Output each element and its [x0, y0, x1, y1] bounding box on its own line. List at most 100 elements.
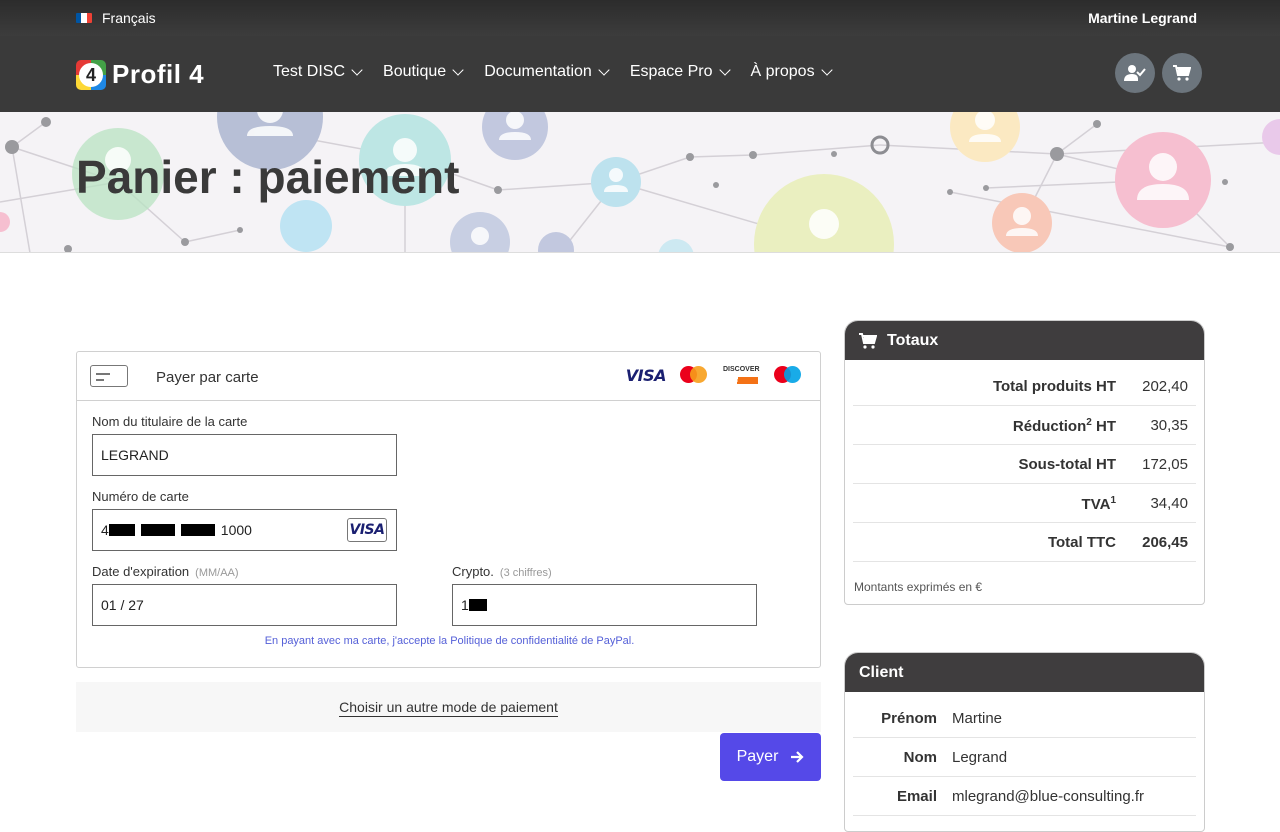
chevron-down-icon: [718, 64, 731, 76]
masked-digits: [180, 524, 215, 536]
chevron-down-icon: [598, 64, 610, 76]
menu-item-a-propos[interactable]: À propos: [750, 63, 833, 81]
menu-label: Espace Pro: [629, 63, 713, 80]
discover-text: DISCOVER: [723, 366, 760, 373]
visa-logo: VISA: [625, 365, 667, 385]
menu-item-test-disc[interactable]: Test DISC: [273, 63, 363, 81]
client-value: mlegrand@blue-consulting.fr: [952, 788, 1144, 805]
menu-item-documentation[interactable]: Documentation: [484, 63, 610, 81]
expiry-value: 01 / 27: [101, 597, 144, 613]
french-flag-icon: [76, 13, 92, 23]
menu-label: Test DISC: [273, 63, 346, 80]
main-navbar: 4 Profil 4 Test DISC Boutique Documentat…: [0, 36, 1280, 112]
cart-button[interactable]: [1162, 53, 1202, 93]
card-holder-input[interactable]: LEGRAND: [92, 434, 397, 476]
currency-note: Montants exprimés en €: [854, 580, 983, 594]
total-value: 206,45: [1142, 534, 1188, 551]
pay-button[interactable]: Payer: [720, 733, 821, 781]
logo-text: Profil 4: [112, 59, 205, 89]
credit-card-icon: [90, 365, 128, 387]
total-row: Sous-total HT 172,05: [853, 445, 1196, 484]
totals-title: Totaux: [887, 331, 939, 349]
total-value: 202,40: [1142, 378, 1188, 395]
client-label: Email: [896, 788, 937, 805]
page-banner: Panier : paiement: [0, 112, 1280, 253]
menu-item-espace-pro[interactable]: Espace Pro: [629, 63, 731, 81]
client-value: Legrand: [952, 749, 1008, 766]
client-label: Prénom: [881, 710, 937, 727]
card-holder-value: LEGRAND: [101, 447, 169, 463]
cvv-input[interactable]: 1: [452, 584, 757, 626]
user-check-icon: [1124, 65, 1146, 81]
main-menu: Test DISC Boutique Documentation Espace …: [273, 63, 833, 81]
total-value: 172,05: [1142, 456, 1188, 473]
total-row: Total produits HT 202,40: [853, 367, 1196, 406]
client-panel: Client Prénom Martine Nom Legrand Email …: [844, 652, 1205, 832]
total-value: 30,35: [1150, 417, 1188, 434]
alt-payment-link-wrap: Choisir un autre mode de paiement: [76, 699, 821, 717]
logo-digit: 4: [79, 62, 103, 87]
payment-method-header: Payer par carte VISA DISCOVER: [77, 352, 820, 401]
total-label: Total produits HT: [992, 378, 1116, 395]
client-row: Prénom Martine: [853, 699, 1196, 738]
page-title: Panier : paiement: [76, 151, 460, 203]
cart-icon: [1173, 65, 1191, 81]
chevron-down-icon: [351, 64, 363, 76]
totals-header: Totaux: [845, 321, 1204, 360]
masked-digits: [468, 599, 487, 611]
mastercard-logo: [680, 365, 708, 385]
expiry-input[interactable]: 01 / 27: [92, 584, 397, 626]
chevron-down-icon: [820, 64, 833, 76]
card-number-first-digit: 4: [101, 522, 109, 538]
menu-item-boutique[interactable]: Boutique: [383, 63, 464, 81]
totals-panel: Totaux Total produits HT 202,40 Réductio…: [844, 320, 1205, 605]
menu-label: Documentation: [484, 63, 592, 80]
cvv-label: Crypto. (3 chiffres): [452, 564, 552, 579]
privacy-consent-link[interactable]: En payant avec ma carte, j'accepte la Po…: [77, 635, 822, 647]
card-number-last-digits: 1000: [220, 522, 252, 538]
client-label: Nom: [903, 749, 937, 766]
maestro-logo: [774, 365, 802, 385]
language-label: Français: [102, 10, 156, 26]
total-row: TVA1 34,40: [853, 484, 1196, 523]
user-name[interactable]: Martine Legrand: [1088, 10, 1197, 26]
payment-method-title: Payer par carte: [156, 369, 259, 386]
client-value: Martine: [952, 710, 1003, 727]
logo[interactable]: 4 Profil 4: [76, 59, 204, 90]
client-row: Email mlegrand@blue-consulting.fr: [853, 777, 1196, 816]
alternative-payment-box: Choisir un autre mode de paiement: [76, 682, 821, 732]
holder-label: Nom du titulaire de la carte: [92, 414, 248, 429]
cart-icon: [859, 332, 877, 349]
account-button[interactable]: [1115, 53, 1155, 93]
total-row: Total TTC 206,45: [853, 523, 1196, 562]
discover-logo: DISCOVER: [722, 365, 760, 385]
cvv-first-digit: 1: [461, 597, 469, 613]
menu-label: Boutique: [383, 63, 447, 80]
client-title: Client: [859, 663, 904, 681]
expiry-label: Date d'expiration (MM/AA): [92, 564, 239, 579]
language-selector[interactable]: Français: [76, 10, 156, 26]
visa-badge-text: VISA: [349, 522, 385, 538]
expiry-hint: (MM/AA): [195, 567, 239, 579]
logo-mark-icon: 4: [76, 59, 106, 90]
choose-other-payment-link[interactable]: Choisir un autre mode de paiement: [339, 699, 558, 717]
chevron-down-icon: [452, 64, 464, 76]
arrow-right-icon: [791, 751, 804, 763]
card-number-label: Numéro de carte: [92, 489, 189, 504]
total-label: Réduction2 HT: [1012, 417, 1116, 435]
total-label: TVA1: [1081, 495, 1116, 513]
cvv-hint: (3 chiffres): [499, 567, 552, 579]
menu-label: À propos: [750, 63, 815, 80]
total-row: Réduction2 HT 30,35: [853, 406, 1196, 445]
top-bar: Français Martine Legrand: [0, 0, 1280, 36]
total-label: Total TTC: [1047, 534, 1116, 551]
client-row: Nom Legrand: [853, 738, 1196, 777]
visa-badge-icon: VISA: [347, 518, 387, 542]
masked-digits: [108, 524, 135, 536]
total-label: Sous-total HT: [1018, 456, 1117, 473]
client-header: Client: [845, 653, 1204, 692]
accepted-brands: VISA DISCOVER: [626, 365, 802, 385]
masked-digits: [140, 524, 175, 536]
card-number-input[interactable]: 4 1000 VISA: [92, 509, 397, 551]
pay-button-label: Payer: [736, 748, 779, 765]
